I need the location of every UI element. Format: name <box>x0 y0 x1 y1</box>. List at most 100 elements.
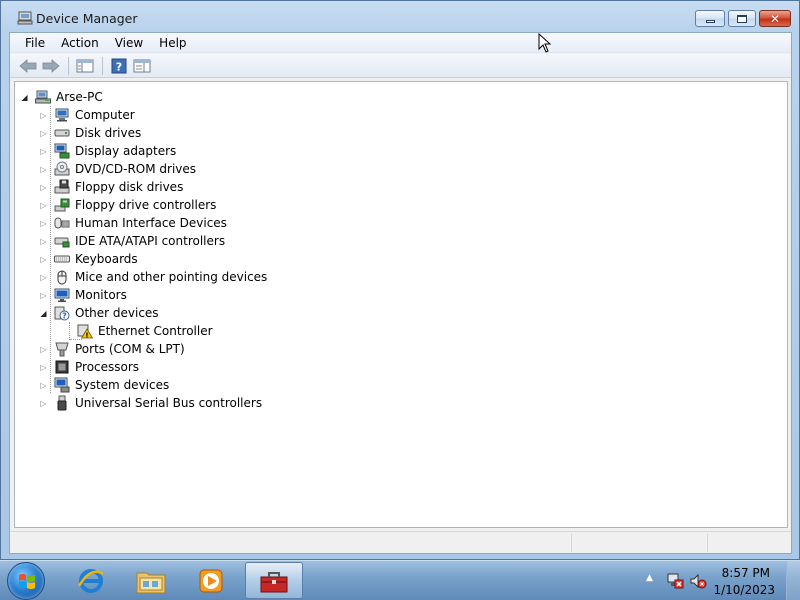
expand-arrow-icon[interactable]: ▷ <box>39 363 48 372</box>
collapse-arrow-icon[interactable]: ◢ <box>20 93 29 102</box>
tree-item-label: Processors <box>75 360 140 374</box>
expand-arrow-icon[interactable]: ▷ <box>39 255 48 264</box>
expand-arrow-icon[interactable]: ▷ <box>39 273 48 282</box>
expand-arrow-icon[interactable]: ▷ <box>39 147 48 156</box>
tree-item-floppy-drive-controllers[interactable]: ▷ Floppy drive controllers <box>39 196 217 214</box>
expand-arrow-icon[interactable]: ▷ <box>39 291 48 300</box>
close-icon: ✕ <box>769 11 781 26</box>
show-hide-console-tree-button[interactable] <box>74 56 96 76</box>
taskbar: ▲ 8:57 PM 1/10/2023 <box>0 560 800 600</box>
tree-item-usb-controllers[interactable]: ▷ Universal Serial Bus controllers <box>39 394 263 412</box>
show-hide-console-tree-icon <box>76 59 94 72</box>
expand-arrow-icon[interactable]: ▷ <box>39 219 48 228</box>
tree-item-label: Monitors <box>75 288 127 302</box>
clock-time[interactable]: 8:57 PM <box>722 566 770 580</box>
unknown-device-icon: ? <box>54 306 70 321</box>
help-button[interactable]: ? <box>108 56 130 76</box>
menu-help[interactable]: Help <box>151 36 194 50</box>
expand-arrow-icon[interactable]: ▷ <box>39 399 48 408</box>
tree-item-label: Ethernet Controller <box>98 324 213 338</box>
expand-arrow-icon[interactable]: ▷ <box>39 237 48 246</box>
minimize-button[interactable] <box>695 10 725 27</box>
expand-arrow-icon[interactable]: ▷ <box>39 201 48 210</box>
start-button[interactable] <box>7 562 45 600</box>
status-pane <box>571 534 707 552</box>
taskbar-device-manager[interactable] <box>245 562 303 599</box>
title-bar[interactable]: Device Manager ✕ <box>1 1 799 33</box>
tree-item-computer[interactable]: ▷ Computer <box>39 106 136 124</box>
expand-arrow-icon[interactable]: ▷ <box>39 111 48 120</box>
tree-root-label: Arse-PC <box>56 90 103 104</box>
tree-item-monitors[interactable]: ▷ Monitors <box>39 286 128 304</box>
ide-controller-icon <box>54 237 70 248</box>
processor-icon <box>55 360 69 374</box>
expand-arrow-icon[interactable]: ▷ <box>39 129 48 138</box>
tree-item-label: Computer <box>75 108 135 122</box>
tree-item-mice[interactable]: ▷ Mice and other pointing devices <box>39 268 268 286</box>
device-manager-icon <box>17 11 33 25</box>
taskbar-media-player[interactable] <box>182 562 240 599</box>
collapse-arrow-icon[interactable]: ◢ <box>39 309 48 318</box>
toolbox-icon <box>260 571 288 592</box>
tree-item-ide-ata-atapi-controllers[interactable]: ▷ IDE ATA/ATAPI controllers <box>39 232 226 250</box>
tree-item-dvd-cd-rom-drives[interactable]: ▷ DVD/CD-ROM drives <box>39 160 197 178</box>
tree-item-human-interface-devices[interactable]: ▷ Human Interface Devices <box>39 214 228 232</box>
forward-button[interactable] <box>40 56 62 76</box>
close-button[interactable]: ✕ <box>759 10 791 27</box>
svg-text:?: ? <box>116 60 122 73</box>
mouse-icon <box>57 270 67 285</box>
expand-arrow-icon[interactable]: ▷ <box>39 345 48 354</box>
properties-pane-icon <box>133 59 151 72</box>
tree-item-label: Universal Serial Bus controllers <box>75 396 263 410</box>
taskbar-internet-explorer[interactable] <box>62 562 120 599</box>
tree-item-label: IDE ATA/ATAPI controllers <box>75 234 226 248</box>
clock-date[interactable]: 1/10/2023 <box>713 583 775 597</box>
tree-connector <box>69 322 70 340</box>
expand-arrow-icon[interactable]: ▷ <box>39 183 48 192</box>
tree-item-other-devices[interactable]: ◢ ? Other devices <box>39 304 160 322</box>
expand-arrow-icon[interactable]: ▷ <box>39 165 48 174</box>
tree-item-ethernet-controller[interactable]: ! Ethernet Controller <box>77 322 214 340</box>
windows-explorer-icon <box>136 572 166 593</box>
svg-text:!: ! <box>85 331 88 339</box>
menu-bar: File Action View Help <box>10 33 791 53</box>
system-device-icon <box>54 377 70 393</box>
tree-item-floppy-disk-drives[interactable]: ▷ Floppy disk drives <box>39 178 184 196</box>
menu-file[interactable]: File <box>17 36 53 50</box>
expand-arrow-icon[interactable]: ▷ <box>39 381 48 390</box>
maximize-button[interactable] <box>728 10 756 27</box>
computer-tower-icon <box>35 90 51 104</box>
media-player-icon <box>199 569 223 592</box>
properties-pane-button[interactable] <box>131 56 153 76</box>
network-disconnected-icon[interactable] <box>666 572 684 590</box>
help-icon: ? <box>111 58 127 73</box>
tree-item-display-adapters[interactable]: ▷ Display adapters <box>39 142 177 160</box>
tree-item-processors[interactable]: ▷ Processors <box>39 358 140 376</box>
forward-arrow-icon <box>42 58 60 73</box>
tree-item-label: Mice and other pointing devices <box>75 270 268 284</box>
computer-icon <box>55 108 69 122</box>
show-desktop-button[interactable] <box>786 561 800 600</box>
toolbar-separator <box>102 56 103 75</box>
show-hidden-icons-arrow-icon[interactable]: ▲ <box>646 573 653 583</box>
dvd-drive-icon <box>54 161 70 176</box>
menu-view[interactable]: View <box>107 36 151 50</box>
display-adapter-icon <box>54 143 70 159</box>
tree-item-system-devices[interactable]: ▷ System devices <box>39 376 170 394</box>
back-button[interactable] <box>17 56 39 76</box>
disk-drive-icon <box>54 129 70 137</box>
monitor-icon <box>54 288 70 302</box>
tree-item-disk-drives[interactable]: ▷ Disk drives <box>39 124 142 142</box>
tree-item-label: Floppy drive controllers <box>75 198 217 212</box>
back-arrow-icon <box>19 58 37 73</box>
taskbar-windows-explorer[interactable] <box>122 562 180 599</box>
tree-item-label: Display adapters <box>75 144 177 158</box>
tree-item-keyboards[interactable]: ▷ Keyboards <box>39 250 139 268</box>
device-tree[interactable]: ◢ Arse-PC ▷ Computer ▷ Disk drives ▷ Dis… <box>14 81 788 528</box>
volume-muted-icon[interactable] <box>689 572 707 590</box>
client-area: File Action View Help ? ◢ Arse-PC ▷ Comp… <box>9 32 792 554</box>
menu-action[interactable]: Action <box>53 36 107 50</box>
tree-item-ports[interactable]: ▷ Ports (COM & LPT) <box>39 340 186 358</box>
tree-root-arse-pc[interactable]: ◢ Arse-PC <box>20 88 104 106</box>
status-bar <box>10 531 791 553</box>
